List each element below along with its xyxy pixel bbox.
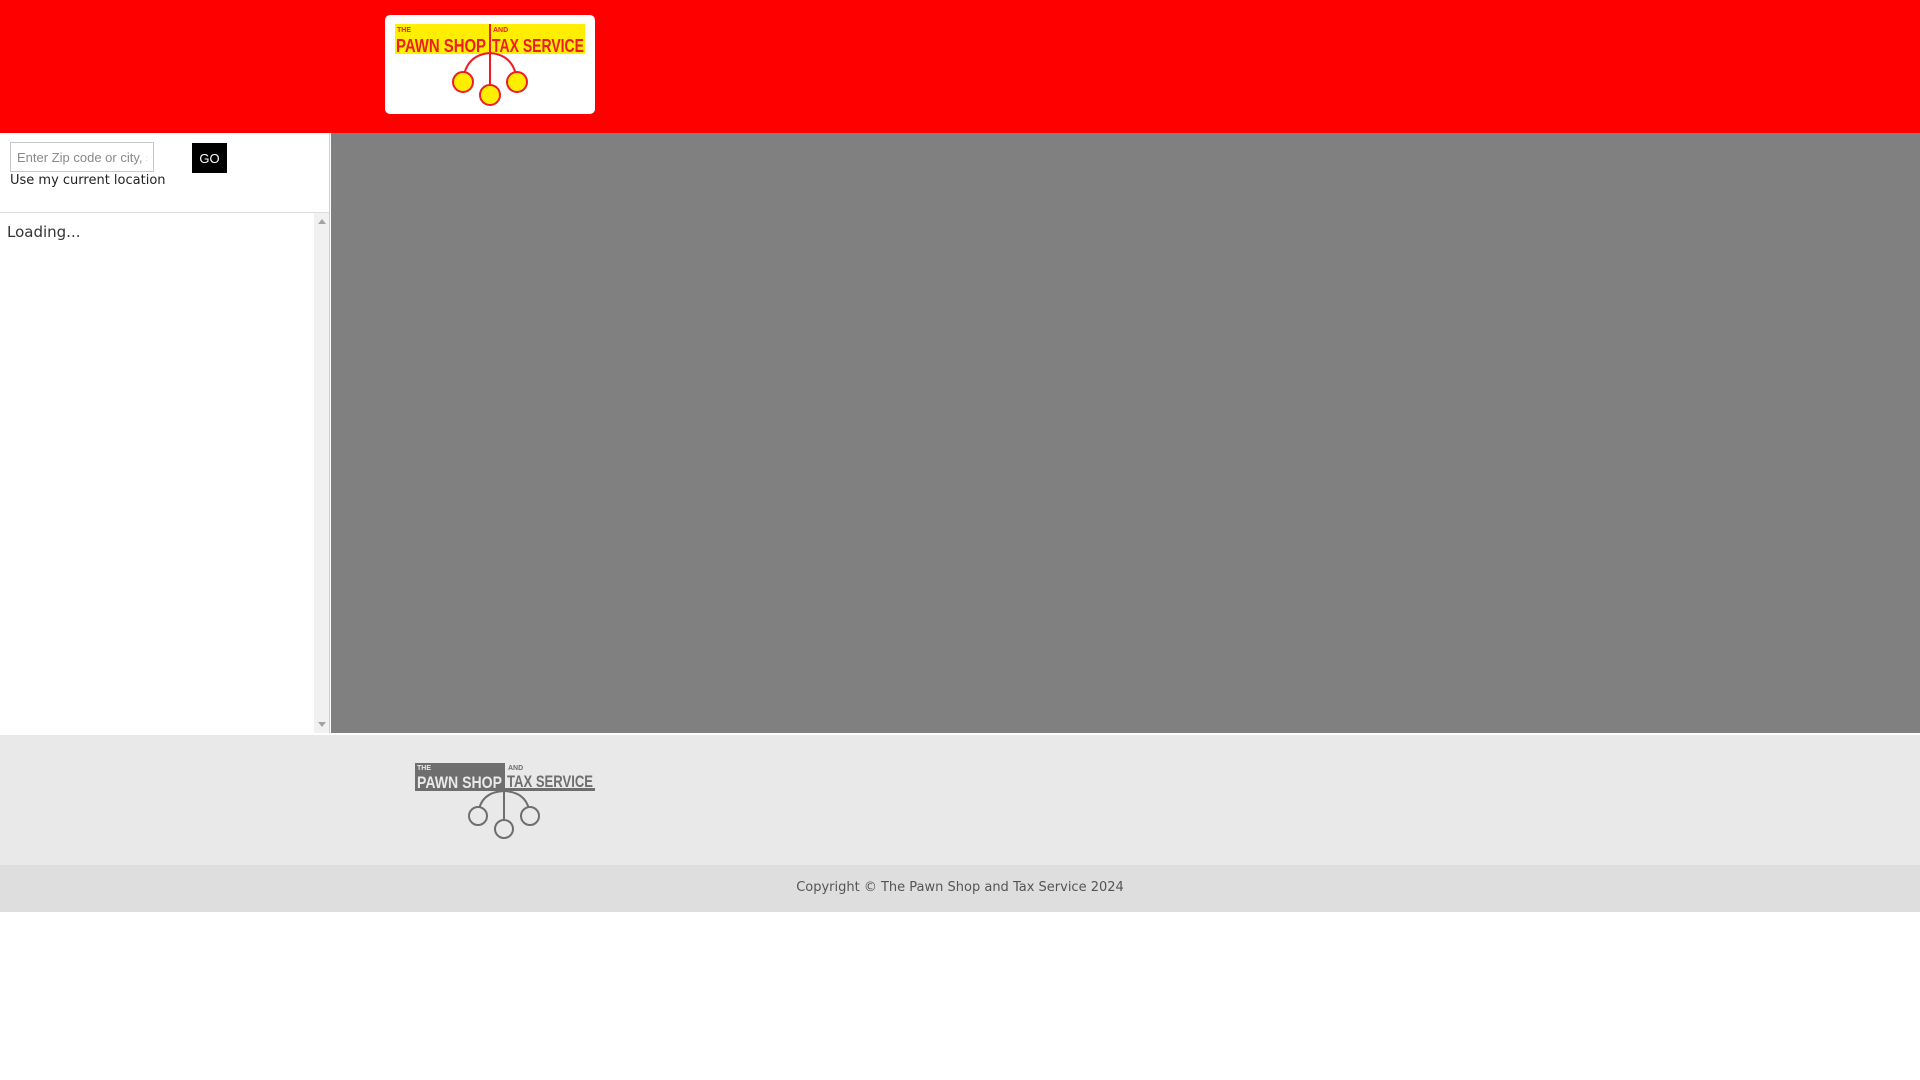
scroll-up-icon[interactable] xyxy=(318,219,326,224)
site-header: THE PAWN SHOP AND TAX SERVICE xyxy=(0,0,1920,133)
results-scrollbar[interactable] xyxy=(314,213,329,733)
pawn-shop-logo: THE PAWN SHOP AND TAX SERVICE xyxy=(395,24,585,106)
footer-logo-the-text: THE xyxy=(417,765,431,772)
footer-logo-band: THE PAWN SHOP AND TAX SERVICE xyxy=(0,735,1920,865)
go-button[interactable]: GO xyxy=(192,143,227,173)
footer-logo-link[interactable]: THE PAWN SHOP AND TAX SERVICE xyxy=(414,761,596,842)
footer-pawn-shop-logo: THE PAWN SHOP AND TAX SERVICE xyxy=(415,763,595,839)
results-list: Loading... xyxy=(0,212,329,733)
footer-logo-tax-service-text: TAX SERVICE xyxy=(507,772,593,791)
footer-copyright-bar: Copyright © The Pawn Shop and Tax Servic… xyxy=(0,865,1920,912)
store-locator-sidebar: GO Use my current location Loading... xyxy=(0,133,330,733)
logo-tax-service-text: TAX SERVICE xyxy=(492,36,584,56)
copyright-text: Copyright © The Pawn Shop and Tax Servic… xyxy=(796,880,1124,895)
location-search-input[interactable] xyxy=(10,142,154,172)
logo-and-text: AND xyxy=(493,27,508,34)
scroll-down-icon[interactable] xyxy=(318,722,326,727)
footer-logo-and-text: AND xyxy=(508,765,523,772)
map-canvas[interactable] xyxy=(331,133,1920,733)
footer-logo-pawn-shop-text: PAWN SHOP xyxy=(417,773,502,792)
header-logo-link[interactable]: THE PAWN SHOP AND TAX SERVICE xyxy=(385,15,595,114)
logo-pawn-shop-text: PAWN SHOP xyxy=(396,36,486,56)
loading-text: Loading... xyxy=(7,223,81,241)
logo-the-text: THE xyxy=(397,27,411,34)
use-current-location-link[interactable]: Use my current location xyxy=(10,173,166,188)
